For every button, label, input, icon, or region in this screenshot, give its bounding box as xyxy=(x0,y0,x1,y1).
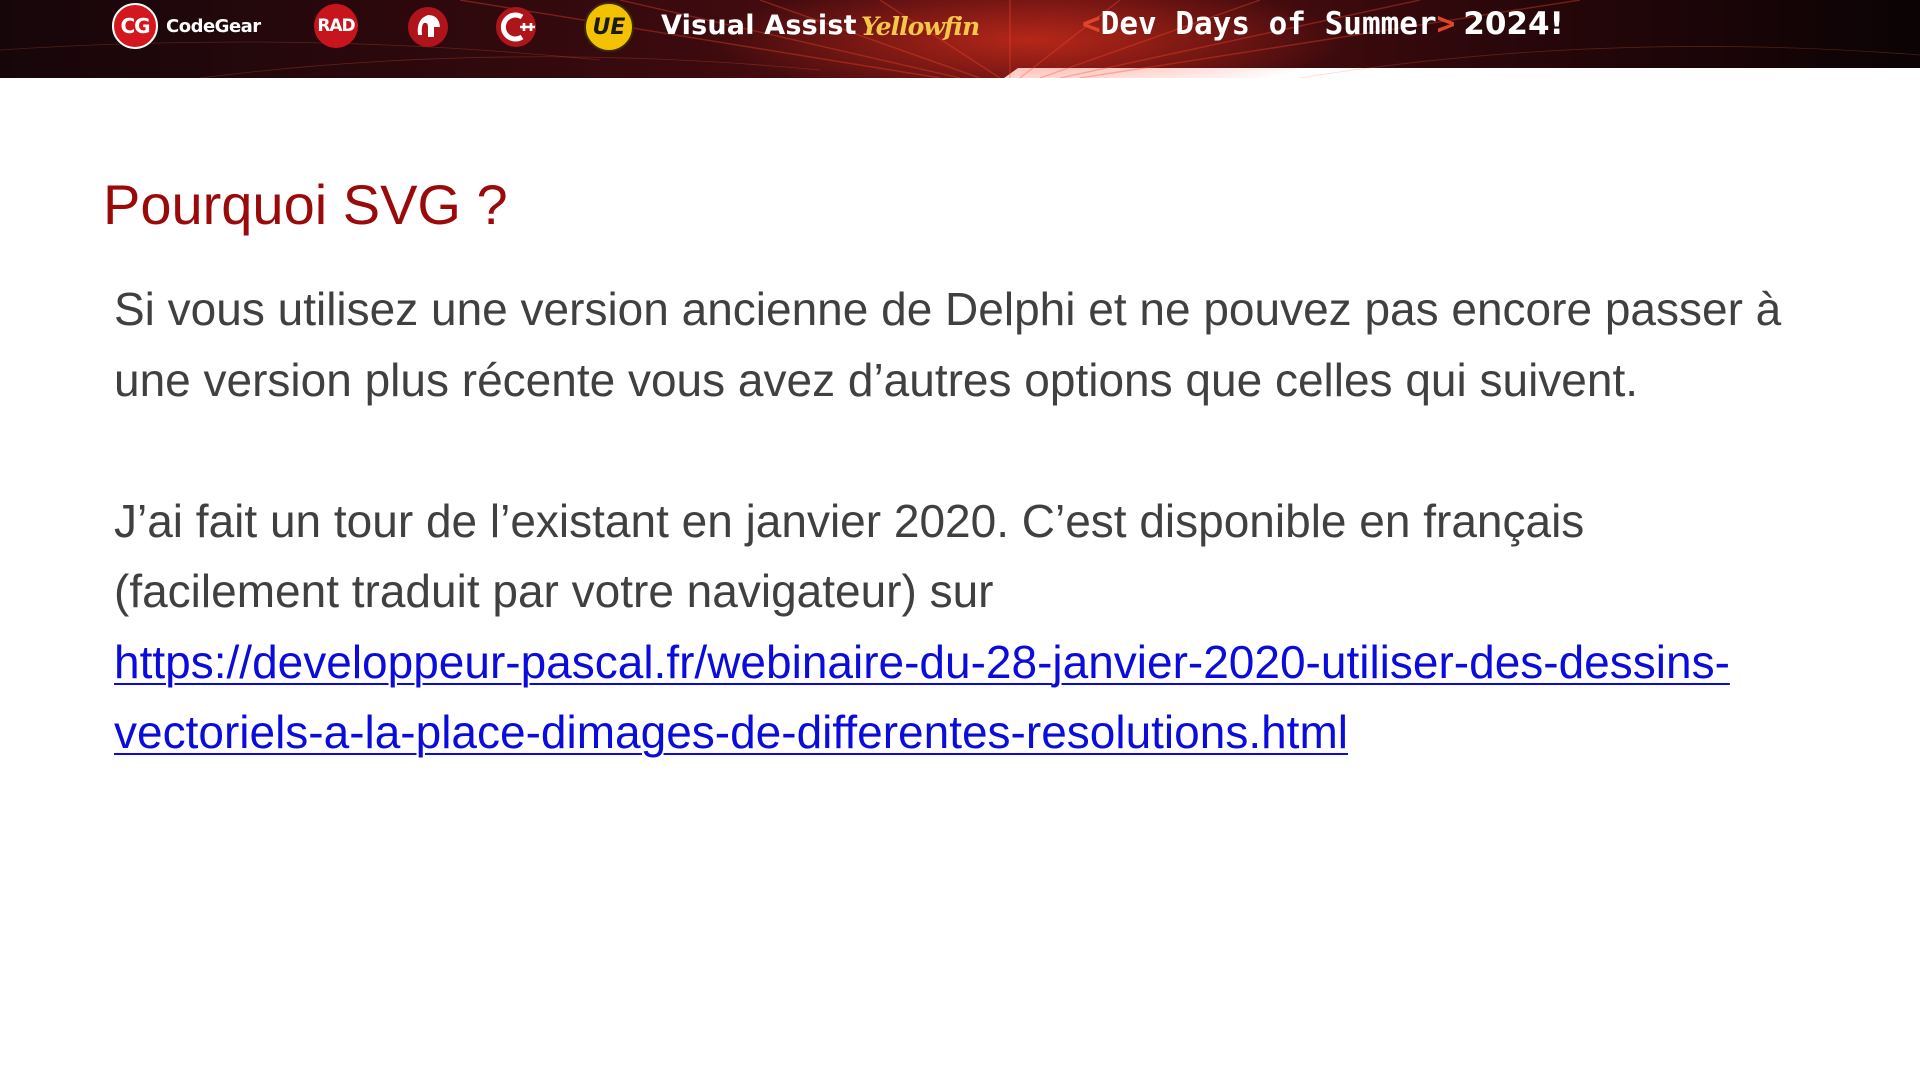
yellowfin-logo: Yellowfin xyxy=(861,12,980,41)
slide: CG CodeGear RAD UE Visual Assist Yellowf… xyxy=(0,0,1920,1080)
visual-assist-logo: Visual Assist xyxy=(661,10,857,41)
event-title: <Dev Days of Summer> 2024! xyxy=(1082,6,1564,42)
rad-logo: RAD xyxy=(314,4,358,48)
slide-body: Si vous utilisez une version ancienne de… xyxy=(114,274,1814,768)
paragraph-old-delphi: Si vous utilisez une version ancienne de… xyxy=(114,283,1782,406)
event-year: 2024! xyxy=(1463,6,1564,42)
event-close-bracket: > xyxy=(1436,6,1456,42)
ue-logo: UE xyxy=(584,2,634,52)
webinar-link[interactable]: https://developpeur-pascal.fr/webinaire-… xyxy=(114,636,1730,759)
cpp-builder-logo xyxy=(494,5,540,49)
cpp-icon xyxy=(496,7,536,47)
header-banner: CG CodeGear RAD UE Visual Assist Yellowf… xyxy=(0,0,1920,78)
event-open-bracket: < xyxy=(1082,6,1101,42)
rad-badge-icon: RAD xyxy=(314,4,358,48)
helmet-icon xyxy=(408,7,448,47)
codegear-badge-icon: CG xyxy=(112,3,158,49)
codegear-wordmark: CodeGear xyxy=(166,15,261,37)
ue-badge-icon: UE xyxy=(584,2,634,52)
slide-title: Pourquoi SVG ? xyxy=(103,173,508,236)
codegear-logo: CG CodeGear xyxy=(112,3,261,49)
paragraph-review-2020: J’ai fait un tour de l’existant en janvi… xyxy=(114,486,1814,768)
delphi-helmet-logo xyxy=(406,5,450,49)
paragraph-review-2020-text: J’ai fait un tour de l’existant en janvi… xyxy=(114,494,1585,618)
event-name: Dev Days of Summer xyxy=(1100,6,1437,42)
